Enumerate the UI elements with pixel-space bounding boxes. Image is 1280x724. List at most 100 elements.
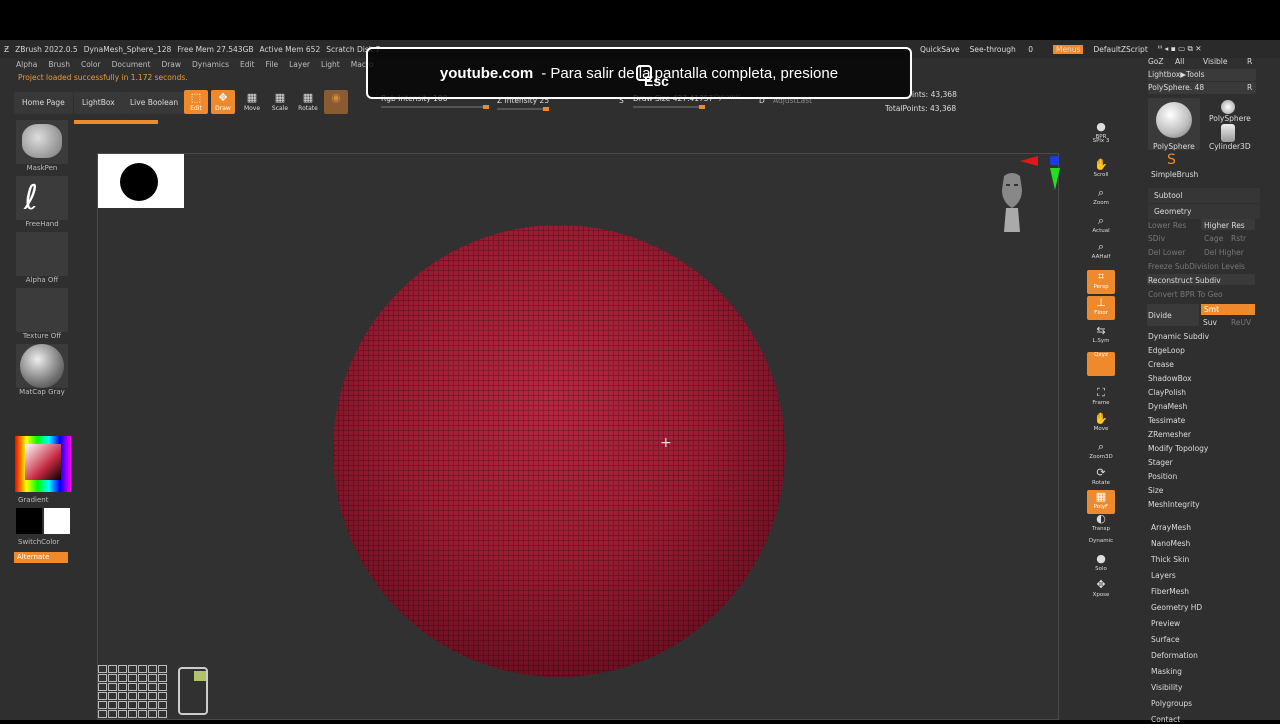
subpalette-surface[interactable]: Surface <box>1151 635 1180 644</box>
draw-button[interactable]: ✥ Draw <box>211 90 235 114</box>
simplebrush-icon[interactable]: S <box>1167 152 1176 168</box>
all-button[interactable]: All <box>1175 57 1184 66</box>
shelf-polyf-button[interactable]: ▦ PolyF <box>1087 490 1115 514</box>
orientation-head-icon[interactable] <box>996 170 1028 232</box>
menu-file[interactable]: File <box>266 60 279 69</box>
geometry-crease[interactable]: Crease <box>1148 360 1174 369</box>
rgb-intensity-slider[interactable] <box>381 105 489 109</box>
alpha-thumbnail[interactable] <box>16 232 68 276</box>
higher-res-button[interactable]: Higher Res <box>1204 221 1245 230</box>
shelf-transp-button[interactable]: ◐ Transp <box>1087 512 1115 536</box>
subpalette-layers[interactable]: Layers <box>1151 571 1176 580</box>
shelf-solo-button[interactable]: ● Solo <box>1087 552 1115 576</box>
draw-size-slider[interactable] <box>633 105 705 109</box>
geometry-shadowbox[interactable]: ShadowBox <box>1148 374 1192 383</box>
shelf-persp-button[interactable]: ⌗ Persp <box>1087 270 1115 294</box>
menu-color[interactable]: Color <box>81 60 101 69</box>
sdiv-slider[interactable]: SDiv <box>1148 234 1165 243</box>
scale-button[interactable]: ▦ Scale <box>268 90 292 114</box>
mrgb-button[interactable]: ◉ <box>324 90 348 114</box>
reuv-toggle[interactable]: ReUV <box>1231 318 1251 327</box>
reconstruct-subdiv-button[interactable]: Reconstruct Subdiv <box>1148 276 1221 285</box>
default-zscript[interactable]: DefaultZScript <box>1093 45 1147 54</box>
canvas-viewport[interactable]: + <box>97 153 1060 720</box>
edit-button[interactable]: ⬚ Edit <box>184 90 208 114</box>
navigator-thumbnail[interactable] <box>98 154 184 208</box>
shelf-aahalf-button[interactable]: ⌕ AAHalf <box>1087 240 1115 264</box>
r-button[interactable]: R <box>1247 57 1252 66</box>
subpalette-visibility[interactable]: Visibility <box>1151 683 1182 692</box>
seethrough-slider[interactable]: See-through 0 <box>970 45 1043 54</box>
shelf-actual-button[interactable]: ⌕ Actual <box>1087 214 1115 238</box>
cage-button[interactable]: Cage <box>1204 234 1223 243</box>
rstr-button[interactable]: Rstr <box>1231 234 1246 243</box>
menus-button[interactable]: Menus <box>1052 44 1084 54</box>
geometry-meshintegrity[interactable]: MeshIntegrity <box>1148 500 1200 509</box>
menu-light[interactable]: Light <box>321 60 340 69</box>
geometry-section[interactable]: Geometry <box>1148 204 1260 219</box>
shelf-move-button[interactable]: ✋ Move <box>1087 412 1115 436</box>
shelf-rotate-button[interactable]: ⟳ Rotate <box>1087 466 1115 490</box>
quicksave-button[interactable]: QuickSave <box>920 45 960 54</box>
subpalette-nanomesh[interactable]: NanoMesh <box>1151 539 1190 548</box>
secondary-color-swatch[interactable] <box>44 508 70 534</box>
geometry-position[interactable]: Position <box>1148 472 1177 481</box>
alternate-button[interactable]: Alternate <box>14 552 68 563</box>
home-page-button[interactable]: Home Page <box>14 92 73 114</box>
goz-button[interactable]: GoZ <box>1148 57 1164 66</box>
color-gradient-square[interactable] <box>25 444 61 480</box>
menu-edit[interactable]: Edit <box>240 60 255 69</box>
lightbox-button[interactable]: LightBox <box>74 92 123 114</box>
subpalette-fibermesh[interactable]: FiberMesh <box>1151 587 1189 596</box>
shelf-floor-button[interactable]: ⊥ Floor <box>1087 296 1115 320</box>
texture-thumbnail[interactable] <box>16 288 68 332</box>
r-small-button[interactable]: R <box>1247 83 1252 92</box>
freeze-subdiv-button[interactable]: Freeze SubDivision Levels <box>1148 262 1245 271</box>
geometry-size[interactable]: Size <box>1148 486 1163 495</box>
subpalette-masking[interactable]: Masking <box>1151 667 1182 676</box>
primary-color-swatch[interactable] <box>16 508 42 534</box>
menu-dynamics[interactable]: Dynamics <box>192 60 229 69</box>
shelf-scroll-button[interactable]: ✋ Scroll <box>1087 158 1115 182</box>
color-picker[interactable] <box>15 436 71 492</box>
subpalette-thick-skin[interactable]: Thick Skin <box>1151 555 1189 564</box>
convert-bpr-button[interactable]: Convert BPR To Geo <box>1148 290 1223 299</box>
suv-toggle[interactable]: Suv <box>1203 318 1217 327</box>
shelf-xpose-button[interactable]: ✥ Xpose <box>1087 578 1115 602</box>
del-higher-button[interactable]: Del Higher <box>1204 248 1244 257</box>
rotate-button[interactable]: ▦ Rotate <box>296 90 320 114</box>
menu-alpha[interactable]: Alpha <box>16 60 37 69</box>
subtool-section[interactable]: Subtool <box>1148 188 1260 203</box>
lower-res-button[interactable]: Lower Res <box>1148 221 1186 230</box>
subpalette-preview[interactable]: Preview <box>1151 619 1180 628</box>
switchcolor-label[interactable]: SwitchColor <box>18 538 78 546</box>
small-polysphere-icon[interactable] <box>1221 100 1235 114</box>
geometry-claypolish[interactable]: ClayPolish <box>1148 388 1186 397</box>
smt-toggle[interactable]: Smt <box>1201 304 1255 315</box>
brush-thumbnail[interactable] <box>16 120 68 164</box>
shelf-qxyz-button[interactable]: Qxyz <box>1087 352 1115 376</box>
menu-document[interactable]: Document <box>112 60 151 69</box>
subpalette-polygroups[interactable]: Polygroups <box>1151 699 1192 708</box>
divide-button[interactable]: Divide <box>1148 311 1172 320</box>
subpalette-arraymesh[interactable]: ArrayMesh <box>1151 523 1191 532</box>
subpalette-geometry-hd[interactable]: Geometry HD <box>1151 603 1202 612</box>
dynamesh-sphere[interactable] <box>333 225 785 677</box>
menu-layer[interactable]: Layer <box>289 60 310 69</box>
live-boolean-button[interactable]: Live Boolean <box>122 92 187 114</box>
geometry-dynamic-subdiv[interactable]: Dynamic Subdiv <box>1148 332 1209 341</box>
del-lower-button[interactable]: Del Lower <box>1148 248 1185 257</box>
cylinder3d-icon[interactable] <box>1221 124 1235 142</box>
shelf-zoom-button[interactable]: ⌕ Zoom <box>1087 186 1115 210</box>
shelf-zoom3d-button[interactable]: ⌕ Zoom3D <box>1087 440 1115 464</box>
esc-key[interactable]: Esc <box>636 65 669 89</box>
shelf-frame-button[interactable]: ⛶ Frame <box>1087 386 1115 410</box>
geometry-edgeloop[interactable]: EdgeLoop <box>1148 346 1185 355</box>
geometry-tessimate[interactable]: Tessimate <box>1148 416 1185 425</box>
menu-draw[interactable]: Draw <box>161 60 181 69</box>
z-intensity-slider[interactable] <box>497 107 549 111</box>
material-thumbnail[interactable] <box>16 344 68 388</box>
stroke-thumbnail[interactable]: ℓ <box>16 176 68 220</box>
subpalette-deformation[interactable]: Deformation <box>1151 651 1198 660</box>
geometry-zremesher[interactable]: ZRemesher <box>1148 430 1191 439</box>
